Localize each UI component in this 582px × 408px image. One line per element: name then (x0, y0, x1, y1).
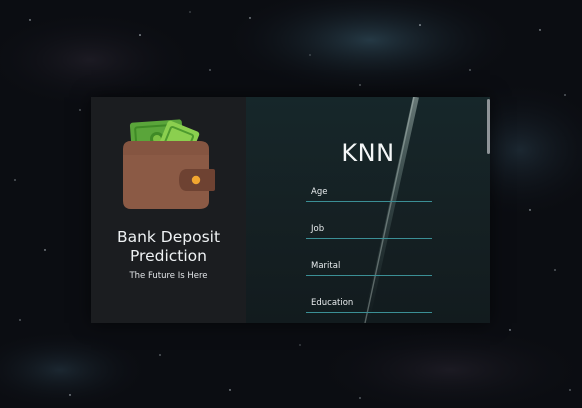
job-field[interactable]: Job (306, 222, 432, 239)
app-title-line-2: Prediction (129, 247, 207, 265)
branding-panel: Bank Deposit Prediction The Future Is He… (91, 97, 246, 323)
app-title: Bank Deposit Prediction (91, 228, 246, 266)
marital-field[interactable]: Marital (306, 259, 432, 276)
education-field-label: Education (311, 298, 354, 308)
app-tagline: The Future Is Here (129, 271, 208, 281)
marital-field-label: Marital (311, 261, 341, 271)
prediction-card: Bank Deposit Prediction The Future Is He… (91, 97, 490, 323)
form-panel: KNN Age Job Marital Education (246, 97, 490, 323)
wallet-with-cash-icon (123, 119, 215, 209)
age-field-label: Age (311, 187, 328, 197)
model-title: KNN (341, 139, 395, 167)
age-field[interactable]: Age (306, 185, 432, 202)
job-input[interactable] (306, 222, 432, 238)
form-scrollbar[interactable] (487, 99, 490, 154)
education-field[interactable]: Education (306, 296, 432, 313)
app-title-line-1: Bank Deposit (116, 228, 221, 246)
job-field-label: Job (311, 224, 325, 234)
light-streak-decoration (363, 97, 419, 323)
